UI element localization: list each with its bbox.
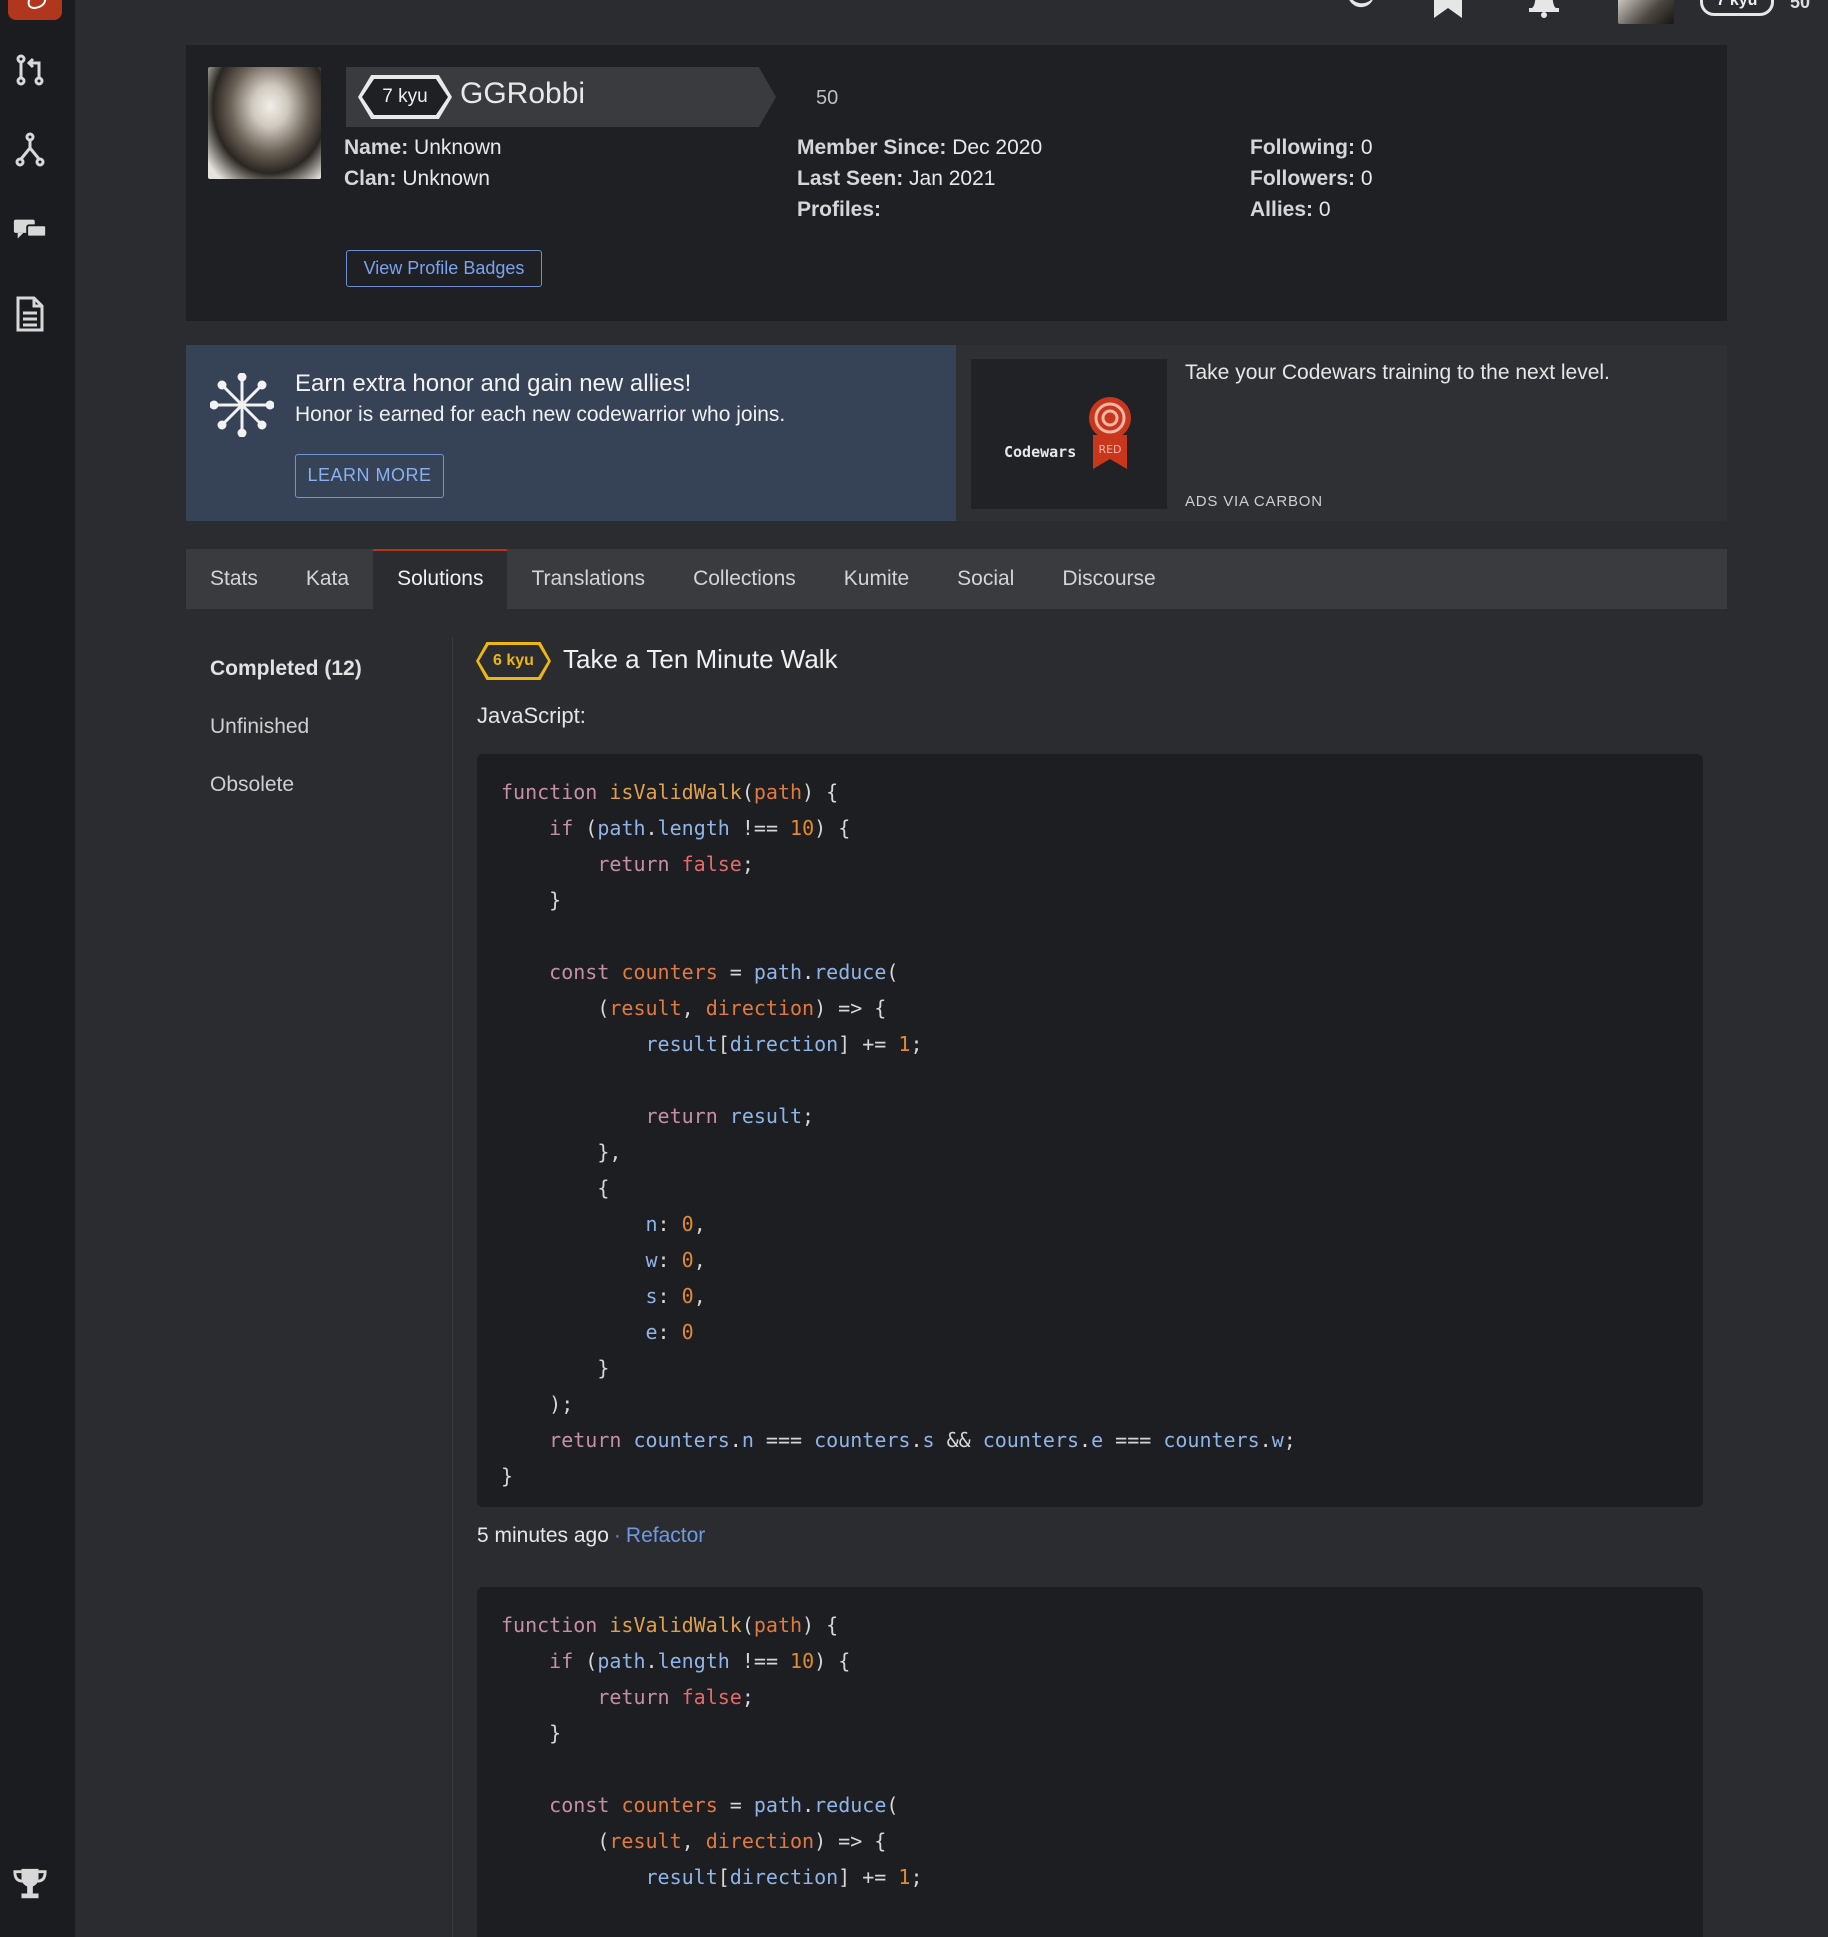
code-block-2[interactable]: function isValidWalk(path) { if (path.le…: [477, 1587, 1703, 1937]
honor-score: 50: [816, 87, 839, 109]
username: GGRobbi: [460, 77, 586, 110]
referral-banner: Earn extra honor and gain new allies! Ho…: [186, 345, 956, 521]
followers-value: 0: [1360, 167, 1373, 190]
last-seen-row: Last Seen: Jan 2021: [797, 167, 995, 191]
allies-value: 0: [1318, 198, 1331, 221]
avatar: [208, 67, 321, 179]
ad-text[interactable]: Take your Codewars training to the next …: [1185, 361, 1610, 385]
kata-rank-label: 6 kyu: [479, 645, 548, 677]
allies-row[interactable]: Allies: 0: [1250, 198, 1331, 222]
nav-completed[interactable]: Completed (12): [210, 657, 362, 681]
following-row[interactable]: Following: 0: [1250, 136, 1373, 160]
referral-title: Earn extra honor and gain new allies!: [295, 370, 692, 397]
following-label: Following:: [1250, 136, 1355, 159]
left-sidebar: [0, 0, 75, 1937]
rank-badge: 7 kyu: [358, 75, 452, 119]
referral-subtitle: Honor is earned for each new codewarrior…: [295, 403, 786, 426]
solution-language: JavaScript:: [477, 703, 586, 728]
pull-request-icon[interactable]: [12, 52, 48, 88]
kata-rank-badge: 6 kyu: [476, 642, 551, 680]
trophy-icon[interactable]: [12, 1866, 48, 1902]
solution-meta: 5 minutes ago · Refactor: [477, 1524, 705, 1548]
view-profile-badges-button[interactable]: View Profile Badges: [346, 250, 542, 287]
tab-stats[interactable]: Stats: [186, 549, 282, 609]
tab-social[interactable]: Social: [933, 549, 1038, 609]
tab-solutions[interactable]: Solutions: [373, 549, 508, 609]
nav-divider: [452, 637, 453, 1937]
fork-icon[interactable]: [12, 132, 48, 168]
last-seen-value: Jan 2021: [909, 167, 996, 190]
name-value: Unknown: [414, 136, 502, 159]
ad-image[interactable]: Codewars RED: [971, 359, 1167, 509]
profiles-row: Profiles:: [797, 198, 881, 222]
member-since-value: Dec 2020: [952, 136, 1043, 159]
tab-discourse[interactable]: Discourse: [1038, 549, 1179, 609]
user-avatar-thumb[interactable]: [1618, 0, 1674, 24]
name-label: Name:: [344, 136, 409, 159]
moon-icon[interactable]: [1342, 0, 1376, 17]
ribbon-badge-icon: RED: [1087, 395, 1133, 478]
carbon-ad[interactable]: Codewars RED Take your Codewars training…: [956, 345, 1727, 521]
sparkle-icon: [209, 372, 275, 442]
tab-translations[interactable]: Translations: [507, 549, 669, 609]
learn-more-button[interactable]: LEARN MORE: [295, 454, 444, 498]
document-icon[interactable]: [12, 296, 48, 332]
meta-separator: ·: [613, 1524, 621, 1547]
code-block[interactable]: function isValidWalk(path) { if (path.le…: [477, 754, 1703, 1507]
tab-kata[interactable]: Kata: [282, 549, 373, 609]
profile-tabs: Stats Kata Solutions Translations Collec…: [186, 549, 1727, 609]
nav-unfinished[interactable]: Unfinished: [210, 715, 362, 739]
ad-badge-text: RED: [1098, 443, 1121, 456]
followers-row[interactable]: Followers: 0: [1250, 167, 1373, 191]
following-value: 0: [1360, 136, 1373, 159]
codewars-logo-icon[interactable]: [8, 0, 62, 20]
clan-value: Unknown: [402, 167, 490, 190]
clan-label: Clan:: [344, 167, 397, 190]
solutions-panel: Completed (12) Unfinished Obsolete 6 kyu…: [186, 609, 1727, 1937]
ads-via-carbon[interactable]: ADS VIA CARBON: [1185, 493, 1323, 510]
last-seen-label: Last Seen:: [797, 167, 904, 190]
nav-obsolete[interactable]: Obsolete: [210, 773, 362, 797]
profile-card: 7 kyu GGRobbi 50 Name: Unknown Clan: Unk…: [186, 45, 1727, 321]
bookmark-icon[interactable]: [1432, 0, 1464, 25]
top-honor: 50: [1790, 0, 1811, 12]
member-since-label: Member Since:: [797, 136, 947, 159]
top-rank-badge: 7 kyu: [1700, 0, 1774, 16]
refactor-link[interactable]: Refactor: [626, 1524, 705, 1547]
member-since-row: Member Since: Dec 2020: [797, 136, 1042, 160]
kata-title-link[interactable]: Take a Ten Minute Walk: [563, 644, 838, 675]
followers-label: Followers:: [1250, 167, 1356, 190]
solutions-nav: Completed (12) Unfinished Obsolete: [210, 657, 362, 831]
name-row: Name: Unknown: [344, 136, 502, 160]
ad-image-label: Codewars: [1004, 443, 1077, 461]
solution-time: 5 minutes ago: [477, 1524, 609, 1547]
chat-icon[interactable]: [12, 212, 48, 248]
rank-badge-label: 7 kyu: [362, 79, 448, 115]
allies-label: Allies:: [1250, 198, 1314, 221]
profiles-label: Profiles:: [797, 198, 882, 221]
tab-collections[interactable]: Collections: [669, 549, 820, 609]
bell-icon[interactable]: [1526, 0, 1562, 23]
clan-row: Clan: Unknown: [344, 167, 490, 191]
tab-kumite[interactable]: Kumite: [820, 549, 933, 609]
